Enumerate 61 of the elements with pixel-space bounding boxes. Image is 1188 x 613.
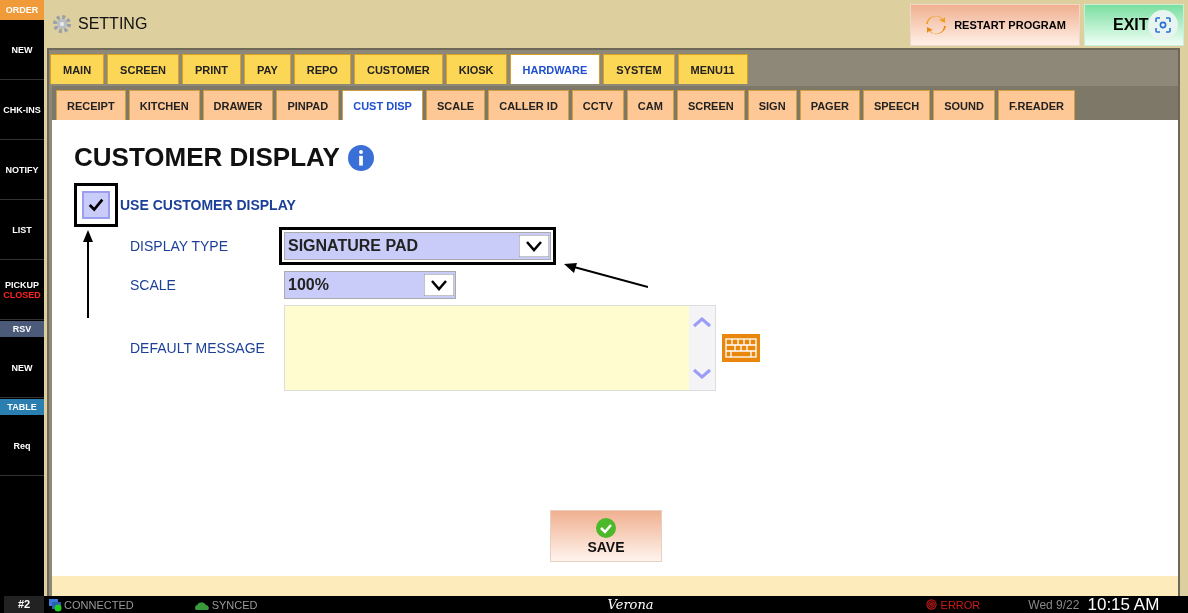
save-button[interactable]: SAVE (550, 510, 662, 562)
clock-time: 10:15 AM (1087, 594, 1160, 613)
tab[interactable]: MENU11 (677, 54, 748, 84)
tab[interactable]: SIGN (747, 90, 797, 120)
keyboard-icon[interactable] (722, 334, 760, 362)
tab[interactable]: SOUND (933, 90, 995, 120)
restart-program-button[interactable]: RESTART PROGRAM (910, 4, 1080, 46)
tab[interactable]: SPEECH (862, 90, 931, 120)
error-status: ERROR (940, 598, 981, 611)
tab[interactable]: MAIN (50, 54, 105, 84)
tab[interactable]: PINPAD (276, 90, 340, 120)
message-field[interactable] (284, 305, 716, 391)
fingerprint-icon (925, 599, 937, 610)
tab[interactable]: SCREEN (107, 54, 179, 84)
window-title: SETTING (78, 15, 148, 33)
scroll-up-icon[interactable] (692, 316, 712, 328)
tab[interactable]: PAGER (799, 90, 860, 120)
gear-icon (52, 14, 72, 34)
tab[interactable]: CAM (626, 90, 674, 120)
terminal-number: #2 (4, 596, 44, 613)
tab[interactable]: RECEIPT (56, 90, 126, 120)
tab[interactable]: KITCHEN (128, 90, 200, 120)
date-text: Wed 9/22 (1028, 597, 1080, 612)
tab[interactable]: REPO (293, 54, 351, 84)
checkbox[interactable] (82, 191, 110, 219)
tab[interactable]: SYSTEM (603, 54, 675, 84)
chevron-down-icon (519, 235, 549, 257)
scroll-down-icon[interactable] (692, 368, 712, 380)
network-icon (48, 597, 62, 612)
info-icon[interactable] (347, 144, 374, 171)
field-label: DISPLAY TYPE (130, 238, 230, 254)
page-heading: CUSTOMER DISPLAY (74, 142, 340, 173)
chevron-down-icon (424, 274, 454, 296)
field-label: DEFAULT MESSAGE (130, 340, 266, 356)
checkmark-icon (596, 517, 616, 538)
tab[interactable]: CALLER ID (488, 90, 569, 120)
sidebar-section-label: RSV (0, 321, 44, 337)
cloud-icon (193, 599, 210, 610)
tab[interactable]: HARDWARE (509, 54, 601, 84)
tab[interactable]: DRAWER (202, 90, 274, 120)
field-label: SCALE (130, 277, 177, 293)
tab[interactable]: F.READER (997, 90, 1075, 120)
scan-icon[interactable] (1148, 10, 1178, 40)
tab[interactable]: KIOSK (445, 54, 507, 84)
sidebar-header: ORDER (0, 0, 44, 20)
tab[interactable]: CUST DISP (342, 90, 423, 120)
sync-status: SYNCED (211, 598, 258, 611)
checkbox-label: USE CUSTOMER DISPLAY (120, 197, 296, 213)
tab[interactable]: CCTV (571, 90, 624, 120)
scale-dropdown[interactable]: 100% (284, 271, 456, 299)
display-type-dropdown[interactable]: SIGNATURE PAD (284, 232, 551, 260)
tab[interactable]: PRINT (181, 54, 241, 84)
tab[interactable]: SCREEN (676, 90, 745, 120)
checkmark-icon (87, 196, 105, 214)
tab[interactable]: PAY (243, 54, 291, 84)
tab[interactable]: CUSTOMER (353, 54, 443, 84)
store-name: Verona (607, 597, 654, 612)
refresh-icon (924, 13, 949, 37)
connection-status: CONNECTED (64, 598, 134, 611)
sidebar-section-label: TABLE (0, 399, 44, 415)
tab[interactable]: SCALE (425, 90, 486, 120)
